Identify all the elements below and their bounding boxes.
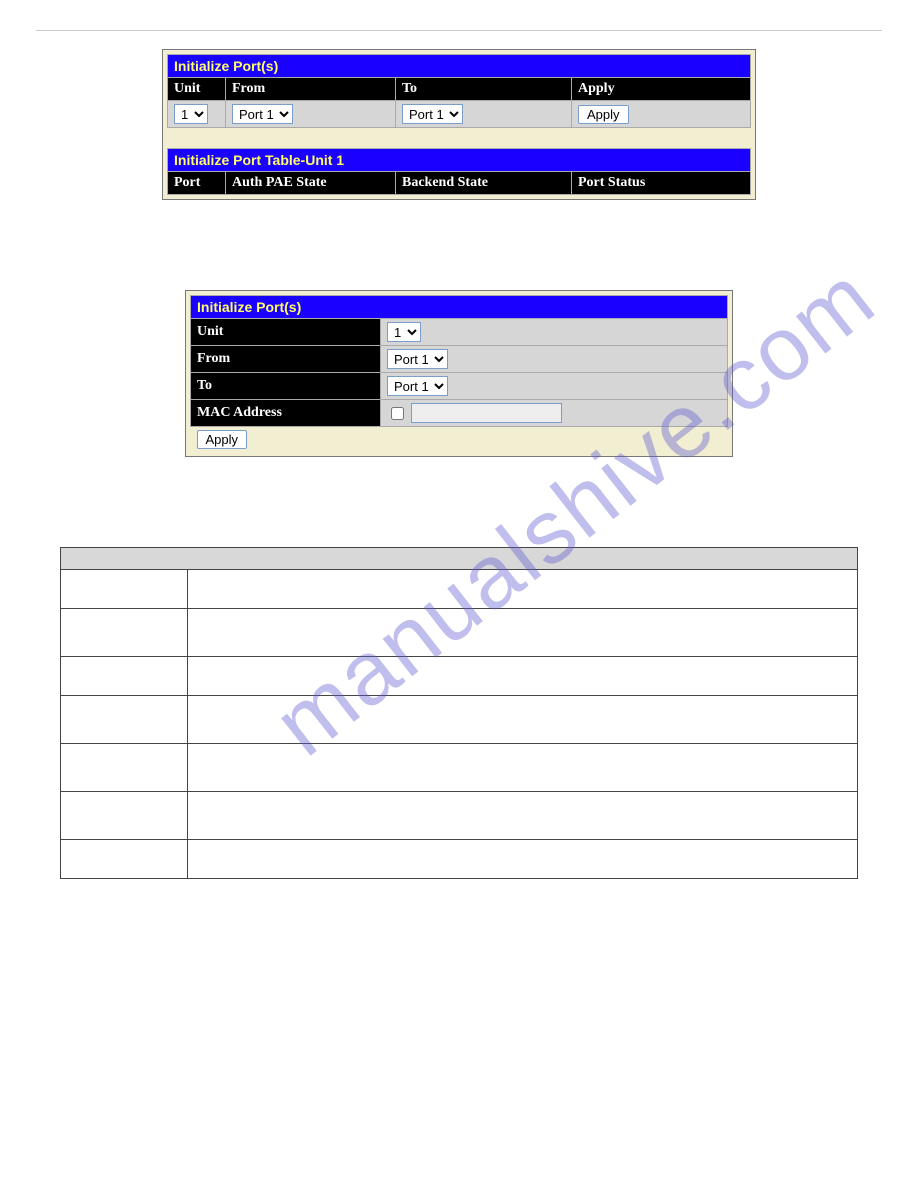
desc-header <box>61 548 858 570</box>
table-row <box>61 570 858 609</box>
page-top-rule <box>36 30 882 31</box>
col-apply: Apply <box>572 78 751 101</box>
apply-button-2[interactable]: Apply <box>197 430 248 449</box>
mac-address-input[interactable] <box>411 403 562 423</box>
panel1-title: Initialize Port(s) <box>168 55 751 78</box>
from-select-2[interactable]: Port 1 <box>387 349 448 369</box>
col-port-status: Port Status <box>572 172 751 195</box>
col-port: Port <box>168 172 226 195</box>
col-unit: Unit <box>168 78 226 101</box>
unit-select[interactable]: 1 <box>174 104 208 124</box>
col-auth-pae-state: Auth PAE State <box>226 172 396 195</box>
unit-select-2[interactable]: 1 <box>387 322 421 342</box>
table-row <box>61 609 858 657</box>
from-select[interactable]: Port 1 <box>232 104 293 124</box>
description-table <box>60 547 858 879</box>
table-row <box>61 744 858 792</box>
table-row <box>61 840 858 879</box>
apply-button[interactable]: Apply <box>578 105 629 124</box>
initialize-ports-panel-1: Initialize Port(s) Unit From To Apply 1 … <box>162 49 756 200</box>
panel2-title: Initialize Port(s) <box>191 296 728 319</box>
table-row <box>61 792 858 840</box>
col-to: To <box>396 78 572 101</box>
panel1-table2-title: Initialize Port Table-Unit 1 <box>168 149 751 172</box>
mac-checkbox[interactable] <box>391 407 404 420</box>
row-mac-label: MAC Address <box>191 400 381 427</box>
description-table-wrap <box>60 547 858 879</box>
table-row <box>61 657 858 696</box>
row-from-label: From <box>191 346 381 373</box>
to-select[interactable]: Port 1 <box>402 104 463 124</box>
table-row <box>61 696 858 744</box>
row-unit-label: Unit <box>191 319 381 346</box>
row-to-label: To <box>191 373 381 400</box>
col-from: From <box>226 78 396 101</box>
col-backend-state: Backend State <box>396 172 572 195</box>
to-select-2[interactable]: Port 1 <box>387 376 448 396</box>
initialize-ports-panel-2: Initialize Port(s) Unit 1 From Port 1 To… <box>185 290 733 457</box>
